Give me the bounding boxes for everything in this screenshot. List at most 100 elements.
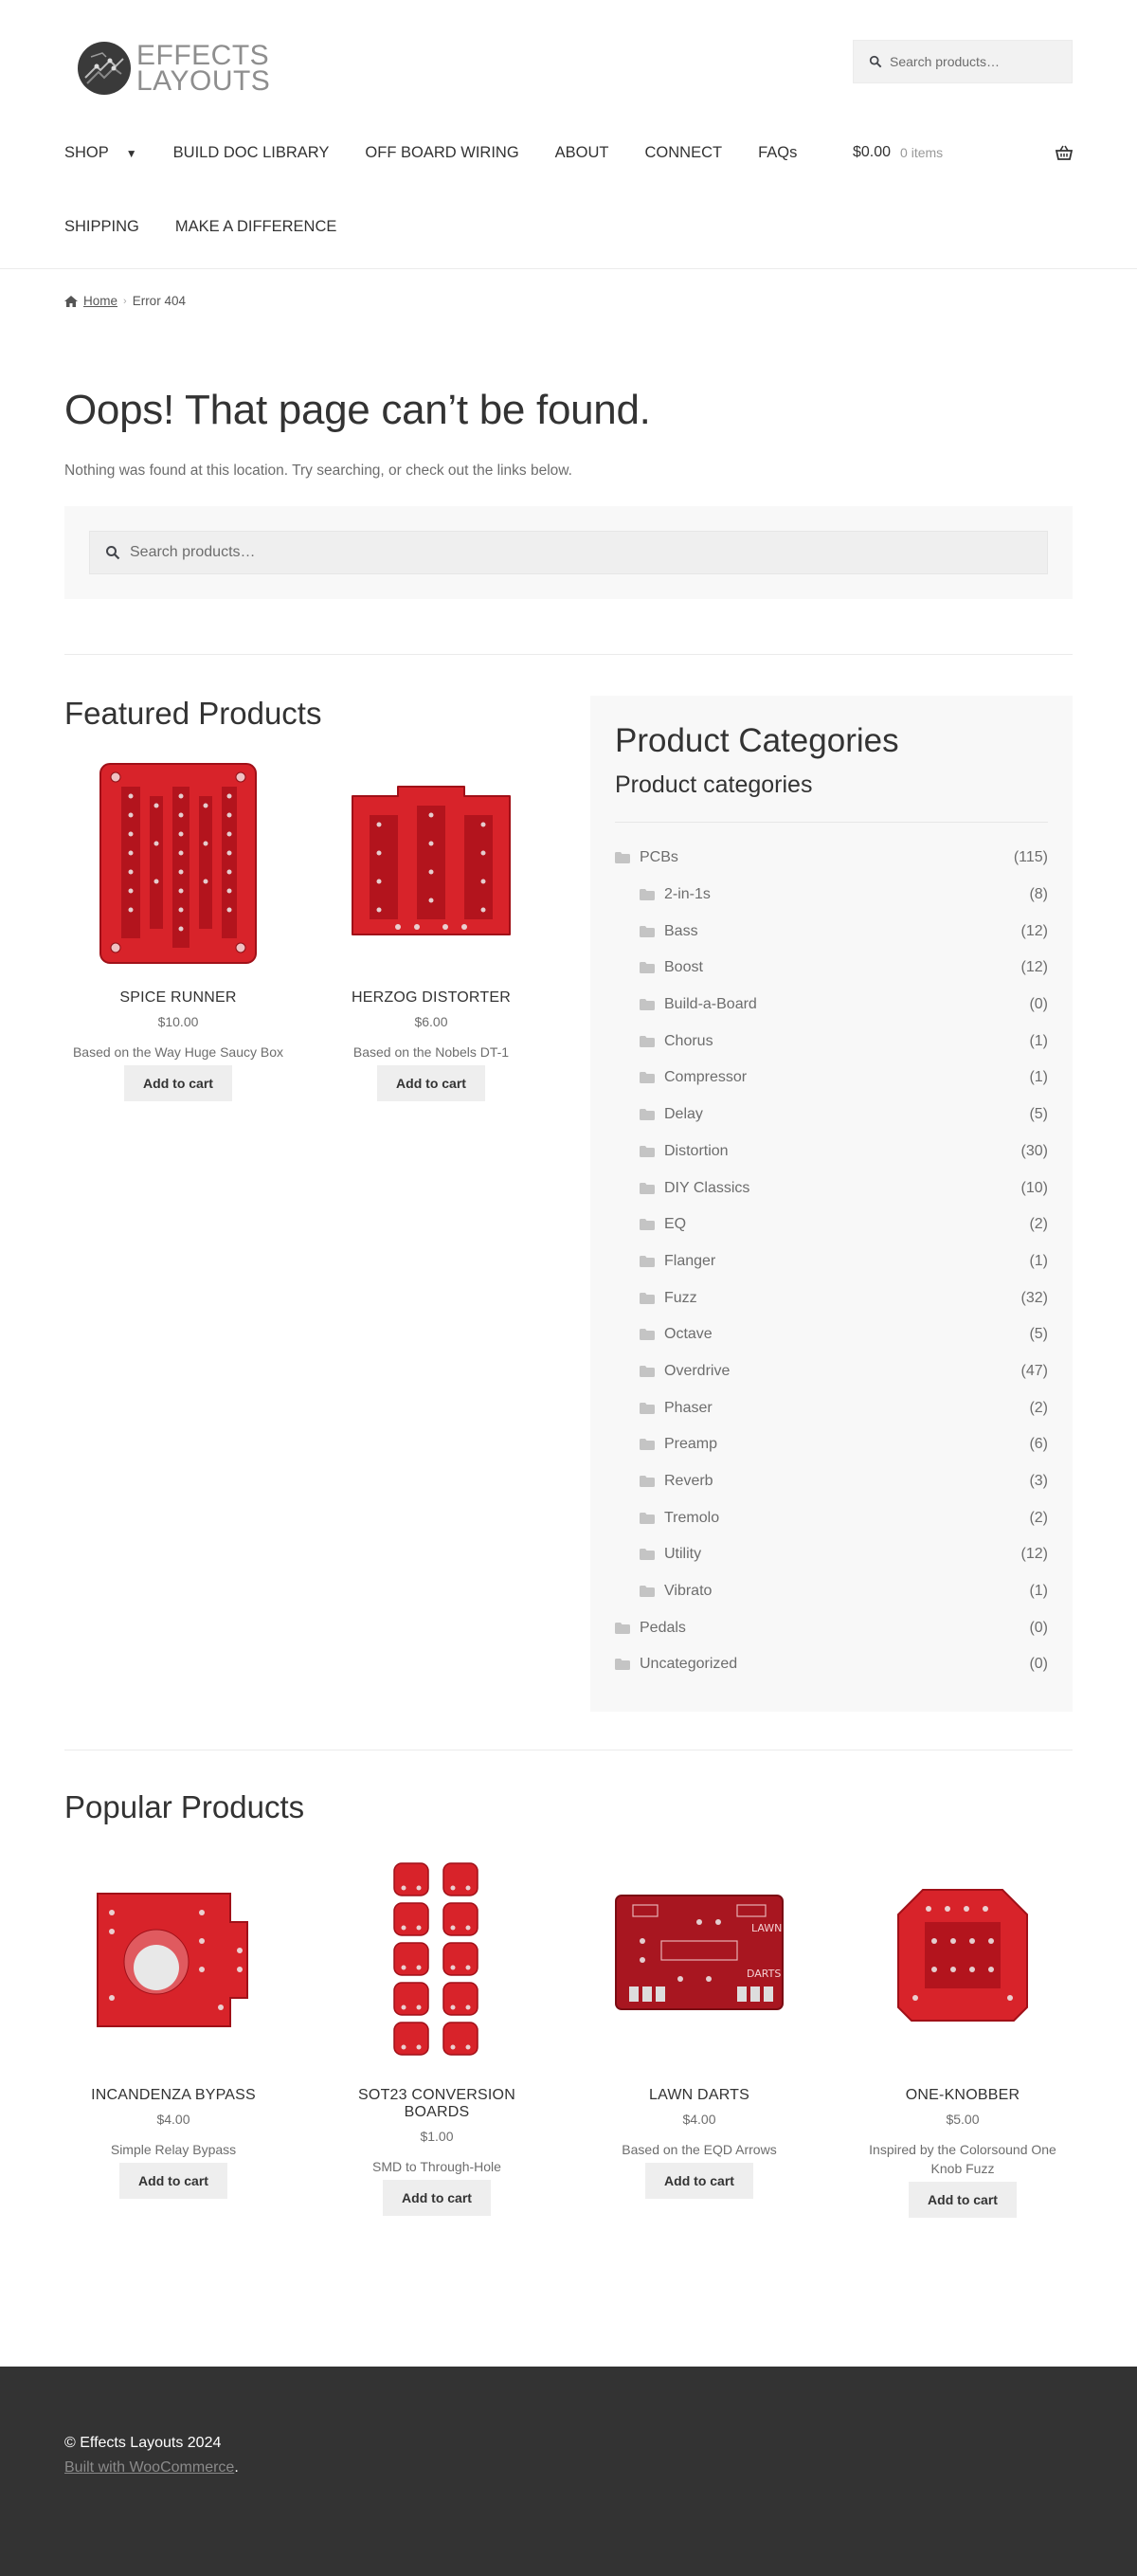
category-count: (47): [1020, 1362, 1048, 1379]
category-item[interactable]: Distortion (30): [615, 1134, 1048, 1170]
product-name[interactable]: SOT23 CONVERSION BOARDS: [328, 2087, 546, 2121]
nav-label: ABOUT: [554, 144, 609, 161]
cart-item-count: 0 items: [900, 145, 944, 160]
nav-item-connect[interactable]: CONNECT: [645, 144, 723, 162]
product-price: $1.00: [420, 2129, 454, 2144]
category-item[interactable]: Utility (12): [615, 1536, 1048, 1573]
category-count: (1): [1029, 1069, 1048, 1086]
category-label: Chorus: [664, 1032, 713, 1049]
nav-item-shipping[interactable]: SHIPPING: [64, 218, 139, 236]
category-count: (2): [1029, 1216, 1048, 1233]
folder-icon: [640, 1365, 655, 1377]
folder-icon: [640, 1402, 655, 1414]
category-label: Bass: [664, 922, 698, 939]
nav-item-faqs[interactable]: FAQs: [758, 144, 797, 162]
product-image[interactable]: [93, 758, 263, 969]
featured-product-card: HERZOG DISTORTER $6.00 Based on the Nobe…: [317, 758, 545, 1101]
product-image[interactable]: [887, 1856, 1038, 2066]
home-icon: [64, 295, 78, 307]
woocommerce-link[interactable]: Built with WooCommerce: [64, 2459, 234, 2476]
product-name[interactable]: SPICE RUNNER: [64, 989, 292, 1007]
main-search-placeholder: Search products…: [130, 544, 256, 560]
category-item[interactable]: Boost (12): [615, 950, 1048, 987]
search-panel: Search products…: [64, 506, 1073, 599]
add-to-cart-button[interactable]: Add to cart: [377, 1065, 485, 1101]
nav-item-about[interactable]: ABOUT: [555, 144, 609, 162]
product-name[interactable]: LAWN DARTS: [590, 2087, 808, 2104]
category-label: Compressor: [664, 1069, 748, 1086]
category-label: Tremolo: [664, 1509, 720, 1526]
header-cart[interactable]: $0.00 0 items: [853, 144, 1073, 161]
search-icon: [869, 55, 882, 68]
category-item[interactable]: Phaser (2): [615, 1389, 1048, 1426]
product-name[interactable]: ONE-KNOBBER: [853, 2087, 1073, 2104]
product-description: Based on the Nobels DT-1: [352, 1044, 510, 1060]
featured-title: Featured Products: [64, 696, 322, 731]
product-name[interactable]: INCANDENZA BYPASS: [64, 2087, 282, 2104]
category-item[interactable]: Preamp (6): [615, 1426, 1048, 1463]
page-subtitle: Nothing was found at this location. Try …: [64, 463, 572, 479]
add-to-cart-button[interactable]: Add to cart: [124, 1065, 232, 1101]
product-name[interactable]: HERZOG DISTORTER: [317, 989, 545, 1007]
main-search-input[interactable]: Search products…: [89, 531, 1048, 574]
add-to-cart-button[interactable]: Add to cart: [645, 2163, 753, 2199]
product-description: Based on the Way Huge Saucy Box: [72, 1044, 284, 1060]
category-item[interactable]: DIY Classics (10): [615, 1170, 1048, 1206]
folder-icon: [640, 1219, 655, 1231]
nav-item-make-a-difference[interactable]: MAKE A DIFFERENCE: [175, 218, 337, 236]
product-description: Inspired by the Colorsound One Knob Fuzz: [869, 2142, 1056, 2176]
product-image[interactable]: [79, 1856, 268, 2066]
category-item[interactable]: Chorus (1): [615, 1023, 1048, 1060]
add-to-cart-button[interactable]: Add to cart: [383, 2180, 491, 2216]
category-item[interactable]: Overdrive (47): [615, 1353, 1048, 1390]
folder-icon: [640, 1476, 655, 1488]
header-search-input[interactable]: Search products…: [853, 40, 1073, 83]
featured-product-card: SPICE RUNNER $10.00 Based on the Way Hug…: [64, 758, 292, 1101]
category-item[interactable]: Fuzz (32): [615, 1279, 1048, 1316]
category-item[interactable]: Octave (5): [615, 1316, 1048, 1353]
breadcrumb-home-link[interactable]: Home: [83, 294, 117, 308]
category-item[interactable]: PCBs (115): [615, 840, 1048, 877]
nav-item-build-doc-library[interactable]: BUILD DOC LIBRARY: [173, 144, 330, 162]
nav-item-off-board-wiring[interactable]: OFF BOARD WIRING: [365, 144, 518, 162]
product-price: $4.00: [156, 2112, 190, 2127]
category-item[interactable]: Delay (5): [615, 1097, 1048, 1134]
folder-icon: [615, 852, 630, 864]
folder-icon: [640, 962, 655, 974]
category-item[interactable]: Compressor (1): [615, 1060, 1048, 1097]
folder-icon: [640, 999, 655, 1011]
category-item[interactable]: Tremolo (2): [615, 1499, 1048, 1536]
category-count: (115): [1013, 849, 1048, 866]
nav-label: CONNECT: [644, 144, 723, 161]
category-label: Overdrive: [664, 1362, 731, 1379]
category-label: Vibrato: [664, 1583, 713, 1600]
nav-item-shop[interactable]: SHOP ▼: [64, 144, 137, 162]
product-price: $5.00: [946, 2112, 980, 2127]
logo-mark-icon: [78, 42, 131, 95]
product-image[interactable]: [385, 1856, 489, 2066]
category-count: (0): [1029, 1656, 1048, 1673]
category-item[interactable]: Pedals (0): [615, 1609, 1048, 1646]
category-item[interactable]: 2-in-1s (8): [615, 877, 1048, 914]
folder-icon: [640, 1512, 655, 1524]
category-item[interactable]: Flanger (1): [615, 1243, 1048, 1280]
category-item[interactable]: Build-a-Board (0): [615, 987, 1048, 1024]
category-item[interactable]: Uncategorized (0): [615, 1646, 1048, 1683]
product-image[interactable]: [341, 758, 521, 969]
add-to-cart-button[interactable]: Add to cart: [119, 2163, 227, 2199]
popular-product-card: ONE-KNOBBER $5.00 Inspired by the Colors…: [853, 1856, 1073, 2218]
category-item[interactable]: Reverb (3): [615, 1463, 1048, 1500]
product-image[interactable]: LAWN DARTS: [605, 1856, 794, 2066]
category-count: (12): [1020, 959, 1048, 976]
add-to-cart-button[interactable]: Add to cart: [909, 2182, 1017, 2218]
category-item[interactable]: Vibrato (1): [615, 1573, 1048, 1610]
site-logo[interactable]: EFFECTS LAYOUTS: [78, 42, 270, 96]
categories-title: Product Categories: [615, 722, 899, 759]
category-count: (2): [1029, 1509, 1048, 1526]
category-item[interactable]: EQ (2): [615, 1206, 1048, 1243]
breadcrumb-current: Error 404: [132, 294, 186, 308]
header-divider: [0, 268, 1137, 269]
category-item[interactable]: Bass (12): [615, 913, 1048, 950]
category-count: (0): [1029, 996, 1048, 1013]
pcb-silkscreen-darts: DARTS: [747, 1968, 781, 1980]
